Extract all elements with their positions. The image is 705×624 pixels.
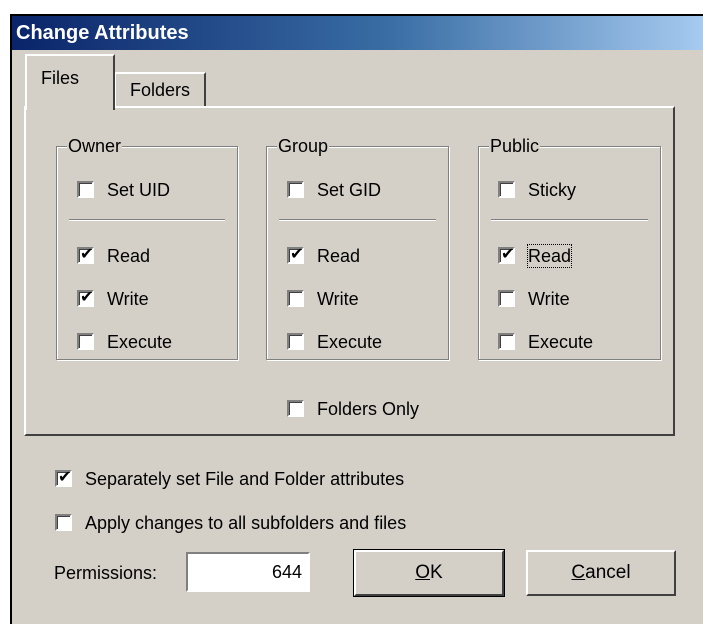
permissions-label: Permissions: bbox=[54, 563, 158, 583]
cancel-button[interactable]: Cancel bbox=[526, 550, 676, 596]
ok-button[interactable]: OK bbox=[354, 550, 504, 596]
public-read-label: Read bbox=[526, 244, 573, 268]
owner-set-uid-label: Set UID bbox=[107, 180, 171, 200]
owner-separator bbox=[69, 219, 225, 221]
public-read-box: ✔ bbox=[498, 246, 515, 264]
group-write-label: Write bbox=[317, 289, 359, 309]
checkmark-icon: ✔ bbox=[290, 246, 304, 263]
owner-write-box: ✔ bbox=[77, 289, 94, 307]
checkmark-icon: ✔ bbox=[80, 289, 94, 306]
group-read-label: Read bbox=[317, 246, 361, 266]
window-title: Change Attributes bbox=[16, 22, 189, 44]
group-set-gid-label: Set GID bbox=[317, 180, 382, 200]
owner-set-uid-box bbox=[77, 181, 94, 198]
public-sticky-label: Sticky bbox=[528, 180, 577, 200]
group-group-title: Group bbox=[277, 135, 330, 157]
group-separator bbox=[279, 219, 436, 221]
public-write-label: Write bbox=[528, 289, 570, 309]
ok-label-rest: K bbox=[430, 562, 443, 583]
owner-read-box: ✔ bbox=[77, 246, 94, 264]
public-separator bbox=[491, 219, 648, 221]
group-execute-label: Execute bbox=[317, 332, 383, 352]
group-set-gid-box bbox=[287, 181, 304, 198]
checkmark-icon: ✔ bbox=[501, 246, 515, 263]
group-read-box: ✔ bbox=[287, 246, 304, 264]
checkmark-icon: ✔ bbox=[58, 469, 72, 486]
apply-subfolders-box bbox=[55, 514, 72, 531]
public-write-box bbox=[498, 290, 515, 307]
cancel-label-rest: ancel bbox=[585, 562, 631, 583]
public-execute-label: Execute bbox=[528, 332, 594, 352]
owner-group-title: Owner bbox=[67, 135, 123, 157]
checkmark-icon: ✔ bbox=[80, 246, 94, 263]
cancel-mnemonic: C bbox=[571, 562, 586, 583]
tab-folders-label: Folders bbox=[129, 80, 191, 100]
apply-subfolders-label: Apply changes to all subfolders and file… bbox=[85, 513, 407, 533]
tab-files-label: Files bbox=[41, 68, 80, 88]
folders-only-box bbox=[287, 400, 304, 417]
separately-set-label: Separately set File and Folder attribute… bbox=[85, 469, 405, 489]
tab-files[interactable]: Files bbox=[25, 54, 115, 110]
group-execute-box bbox=[287, 333, 304, 350]
owner-execute-label: Execute bbox=[107, 332, 173, 352]
title-bar[interactable]: Change Attributes bbox=[12, 16, 703, 50]
public-group-title: Public bbox=[489, 135, 541, 157]
tab-folders[interactable]: Folders bbox=[114, 72, 206, 108]
group-write-box bbox=[287, 290, 304, 307]
permissions-input[interactable] bbox=[186, 552, 310, 592]
owner-read-label: Read bbox=[107, 246, 151, 266]
owner-write-label: Write bbox=[107, 289, 149, 309]
folders-only-label: Folders Only bbox=[317, 399, 420, 419]
separately-set-box: ✔ bbox=[55, 469, 72, 487]
ok-mnemonic: O bbox=[415, 562, 431, 583]
owner-execute-box bbox=[77, 333, 94, 350]
public-execute-box bbox=[498, 333, 515, 350]
public-sticky-box bbox=[498, 181, 515, 198]
